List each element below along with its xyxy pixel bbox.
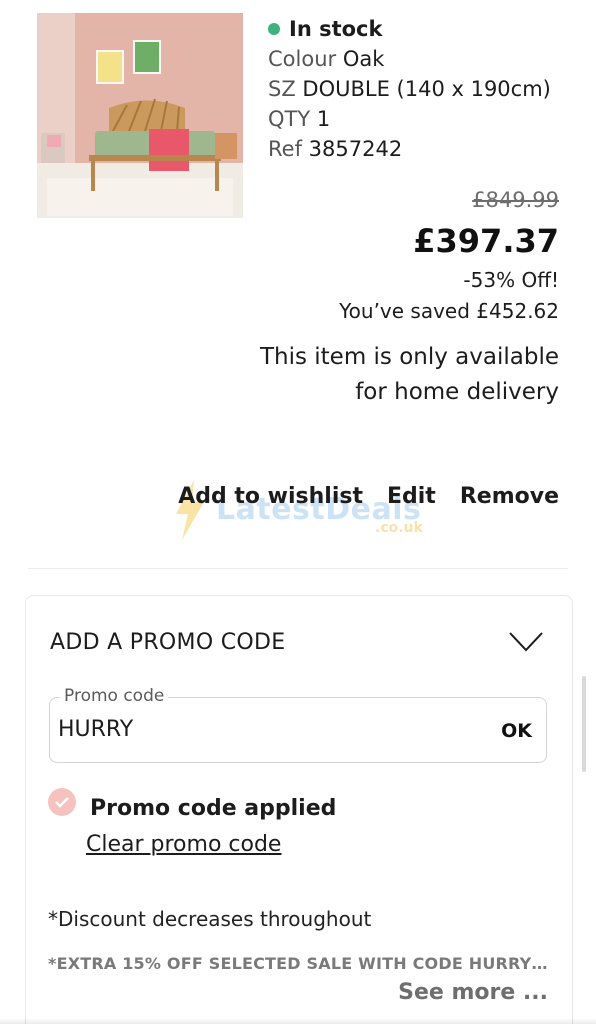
delivery-note: This item is only available for home del… bbox=[259, 344, 559, 405]
ref-label: Ref bbox=[268, 137, 302, 161]
colour-line: Colour Oak bbox=[268, 44, 551, 74]
promo-code-panel: ADD A PROMO CODE Promo code OK Promo cod… bbox=[25, 595, 573, 1024]
discount-percent: -53% Off! bbox=[463, 268, 559, 292]
ref-line: Ref 3857242 bbox=[268, 134, 551, 164]
remove-button[interactable]: Remove bbox=[460, 484, 559, 509]
promo-applied-status: Promo code applied bbox=[48, 782, 336, 821]
stock-status-text: In stock bbox=[289, 17, 383, 41]
size-value: DOUBLE (140 x 190cm) bbox=[302, 77, 551, 101]
divider bbox=[28, 568, 568, 569]
promo-terms-text: *EXTRA 15% OFF SELECTED SALE WITH CODE H… bbox=[48, 954, 548, 973]
now-price: £397.37 bbox=[413, 222, 559, 260]
item-actions: Add to wishlist Edit Remove bbox=[178, 484, 559, 509]
promo-header[interactable]: ADD A PROMO CODE bbox=[50, 630, 285, 655]
qty-label: QTY bbox=[268, 107, 311, 131]
size-line: SZ DOUBLE (140 x 190cm) bbox=[268, 74, 551, 104]
in-stock-dot-icon bbox=[268, 23, 280, 35]
product-details: In stock Colour Oak SZ DOUBLE (140 x 190… bbox=[268, 14, 551, 164]
promo-code-input[interactable] bbox=[58, 714, 458, 744]
size-label: SZ bbox=[268, 77, 296, 101]
watermark-domain: .co.uk bbox=[375, 520, 423, 536]
edit-button[interactable]: Edit bbox=[387, 484, 436, 509]
ref-value: 3857242 bbox=[308, 137, 403, 161]
add-to-wishlist-button[interactable]: Add to wishlist bbox=[178, 484, 363, 509]
see-more-link[interactable]: See more ... bbox=[398, 980, 548, 1005]
bottom-shadow bbox=[0, 1018, 596, 1024]
scrollbar[interactable] bbox=[582, 676, 586, 772]
stock-status: In stock bbox=[268, 14, 551, 44]
saved-amount: You’ve saved £452.62 bbox=[339, 299, 559, 323]
check-circle-icon bbox=[48, 787, 76, 816]
clear-promo-code-link[interactable]: Clear promo code bbox=[86, 832, 281, 857]
colour-value: Oak bbox=[342, 47, 385, 71]
colour-label: Colour bbox=[268, 47, 337, 71]
promo-code-label: Promo code bbox=[60, 686, 169, 706]
chevron-down-icon[interactable] bbox=[508, 631, 544, 653]
ok-button[interactable]: OK bbox=[501, 720, 532, 742]
discount-note: *Discount decreases throughout bbox=[48, 907, 372, 931]
promo-code-field: Promo code OK bbox=[49, 686, 547, 763]
basket-page: In stock Colour Oak SZ DOUBLE (140 x 190… bbox=[0, 0, 596, 1024]
qty-line: QTY 1 bbox=[268, 104, 551, 134]
promo-applied-text: Promo code applied bbox=[90, 796, 337, 821]
was-price: £849.99 bbox=[472, 188, 559, 212]
qty-value: 1 bbox=[316, 107, 331, 131]
bed-product-image[interactable] bbox=[37, 13, 243, 218]
